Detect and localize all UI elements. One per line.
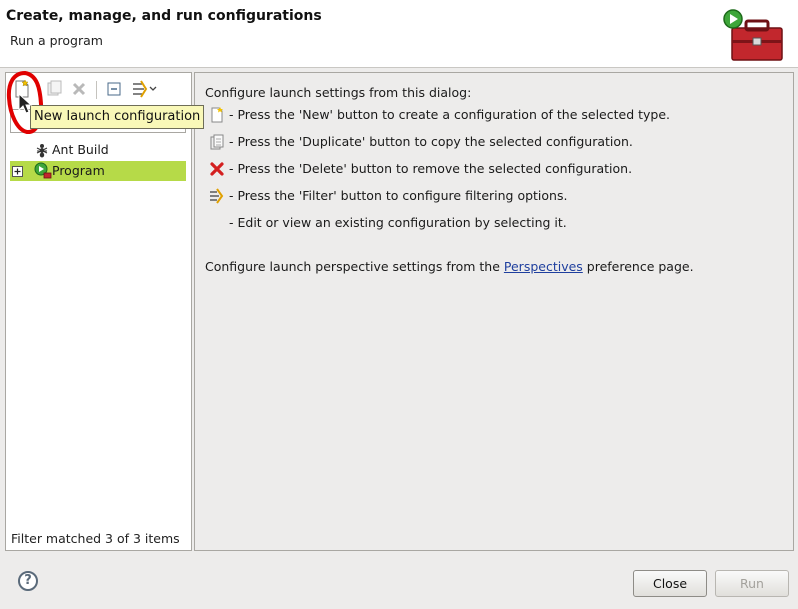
run-button[interactable]: Run	[715, 570, 789, 597]
perspective-line: Configure launch perspective settings fr…	[205, 259, 694, 274]
perspectives-link[interactable]: Perspectives	[504, 259, 583, 274]
dialog-title: Create, manage, and run configurations	[6, 8, 322, 24]
perspective-suffix: preference page.	[582, 259, 694, 274]
tooltip: New launch configuration	[30, 105, 205, 129]
tree-item-label: Program	[52, 163, 105, 178]
collapse-all-icon[interactable]	[104, 79, 124, 99]
tree-item-program[interactable]: Program	[10, 161, 186, 181]
duplicate-icon[interactable]	[44, 79, 64, 99]
mouse-cursor-icon	[18, 93, 33, 114]
filter-icon	[210, 188, 224, 204]
info-line-text: - Press the 'Delete' button to remove th…	[229, 161, 633, 176]
duplicate-icon	[210, 134, 224, 150]
info-line-text: - Press the 'New' button to create a con…	[229, 107, 670, 122]
toolbox-icon	[723, 9, 783, 61]
header-banner: Create, manage, and run configurations R…	[0, 0, 798, 68]
program-launch-icon	[34, 162, 52, 179]
configuration-list-panel: Ant Build Program Filter matched 3 of 3 …	[5, 72, 192, 551]
ant-icon	[36, 144, 48, 158]
close-button[interactable]: Close	[633, 570, 707, 597]
tree-item-label: Ant Build	[52, 142, 109, 157]
info-line-text: - Press the 'Filter' button to configure…	[229, 188, 568, 203]
delete-icon	[210, 162, 224, 176]
new-icon	[211, 107, 223, 123]
filter-status-text: Filter matched 3 of 3 items	[11, 531, 180, 546]
info-panel: Configure launch settings from this dial…	[194, 72, 794, 551]
delete-icon[interactable]	[69, 79, 89, 99]
expand-plus-icon[interactable]	[12, 166, 23, 177]
help-icon[interactable]: ?	[18, 571, 38, 591]
tree-item-ant-build[interactable]: Ant Build	[10, 140, 186, 160]
filter-icon[interactable]	[130, 79, 160, 99]
info-line-text: - Edit or view an existing configuration…	[229, 215, 567, 230]
toolbar-separator	[96, 81, 97, 99]
intro-text: Configure launch settings from this dial…	[205, 85, 472, 100]
info-line-text: - Press the 'Duplicate' button to copy t…	[229, 134, 633, 149]
perspective-prefix: Configure launch perspective settings fr…	[205, 259, 504, 274]
dialog-subtitle: Run a program	[10, 33, 103, 48]
